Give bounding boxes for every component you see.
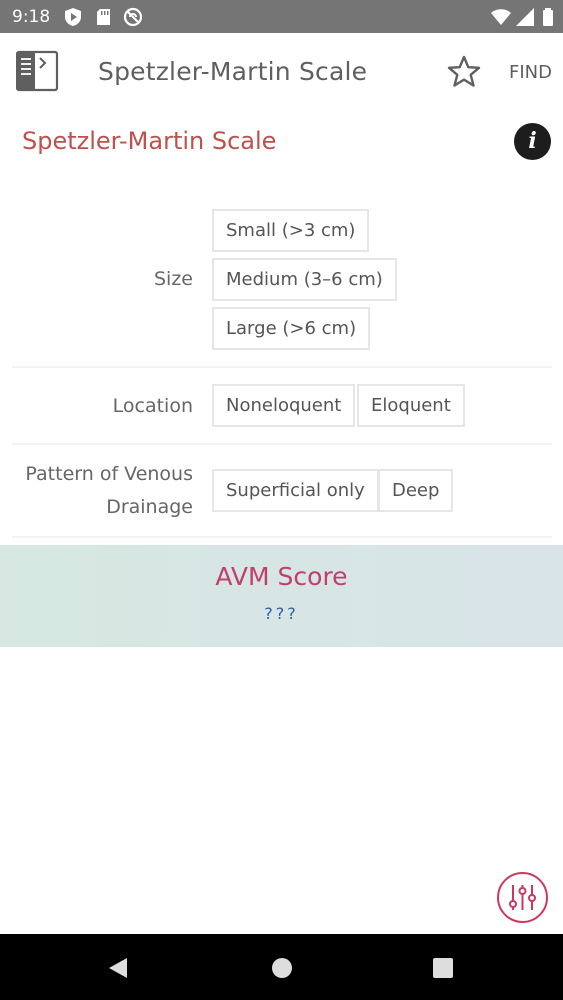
status-bar: 9:18 <box>0 0 563 33</box>
home-circle-icon[interactable] <box>270 956 294 980</box>
option-location-noneloquent[interactable]: Noneloquent <box>212 384 356 427</box>
star-outline-icon[interactable] <box>447 55 481 89</box>
option-size-large[interactable]: Large (>6 cm) <box>212 307 371 350</box>
sliders-fab-button[interactable] <box>497 872 548 923</box>
size-label: Size <box>153 268 193 290</box>
sliders-icon <box>509 885 536 910</box>
app-title: Spetzler-Martin Scale <box>98 57 368 86</box>
shield-play-icon <box>65 8 81 26</box>
recents-square-icon[interactable] <box>432 957 454 979</box>
sd-card-icon <box>97 9 110 25</box>
score-title: AVM Score <box>215 562 348 591</box>
status-time: 9:18 <box>12 7 51 27</box>
venous-drainage-label-line1: Pattern of Venous <box>25 463 193 485</box>
option-drainage-deep[interactable]: Deep <box>378 469 454 512</box>
battery-icon <box>543 8 553 26</box>
info-icon: i <box>528 128 537 154</box>
option-drainage-superficial[interactable]: Superficial only <box>212 469 379 512</box>
row-divider <box>12 536 552 538</box>
navigation-bar <box>0 934 563 1000</box>
app-bar: Spetzler-Martin Scale FIND <box>0 33 563 111</box>
score-panel: AVM Score ??? <box>0 545 563 647</box>
location-label: Location <box>112 395 193 417</box>
no-sync-icon <box>123 7 143 27</box>
option-size-medium[interactable]: Medium (3–6 cm) <box>212 258 397 301</box>
wifi-icon <box>491 9 511 25</box>
find-button[interactable]: FIND <box>509 62 552 83</box>
calculator-title: Spetzler-Martin Scale <box>22 127 277 155</box>
score-value: ??? <box>264 604 299 623</box>
back-triangle-icon[interactable] <box>106 956 130 980</box>
book-sidebar-icon[interactable] <box>16 50 60 94</box>
option-location-eloquent[interactable]: Eloquent <box>357 384 465 427</box>
venous-drainage-label-line2: Drainage <box>106 496 193 518</box>
info-button[interactable]: i <box>514 123 551 160</box>
row-divider <box>12 443 552 445</box>
signal-icon <box>516 8 534 26</box>
row-divider <box>12 366 552 368</box>
option-size-small[interactable]: Small (>3 cm) <box>212 209 370 252</box>
